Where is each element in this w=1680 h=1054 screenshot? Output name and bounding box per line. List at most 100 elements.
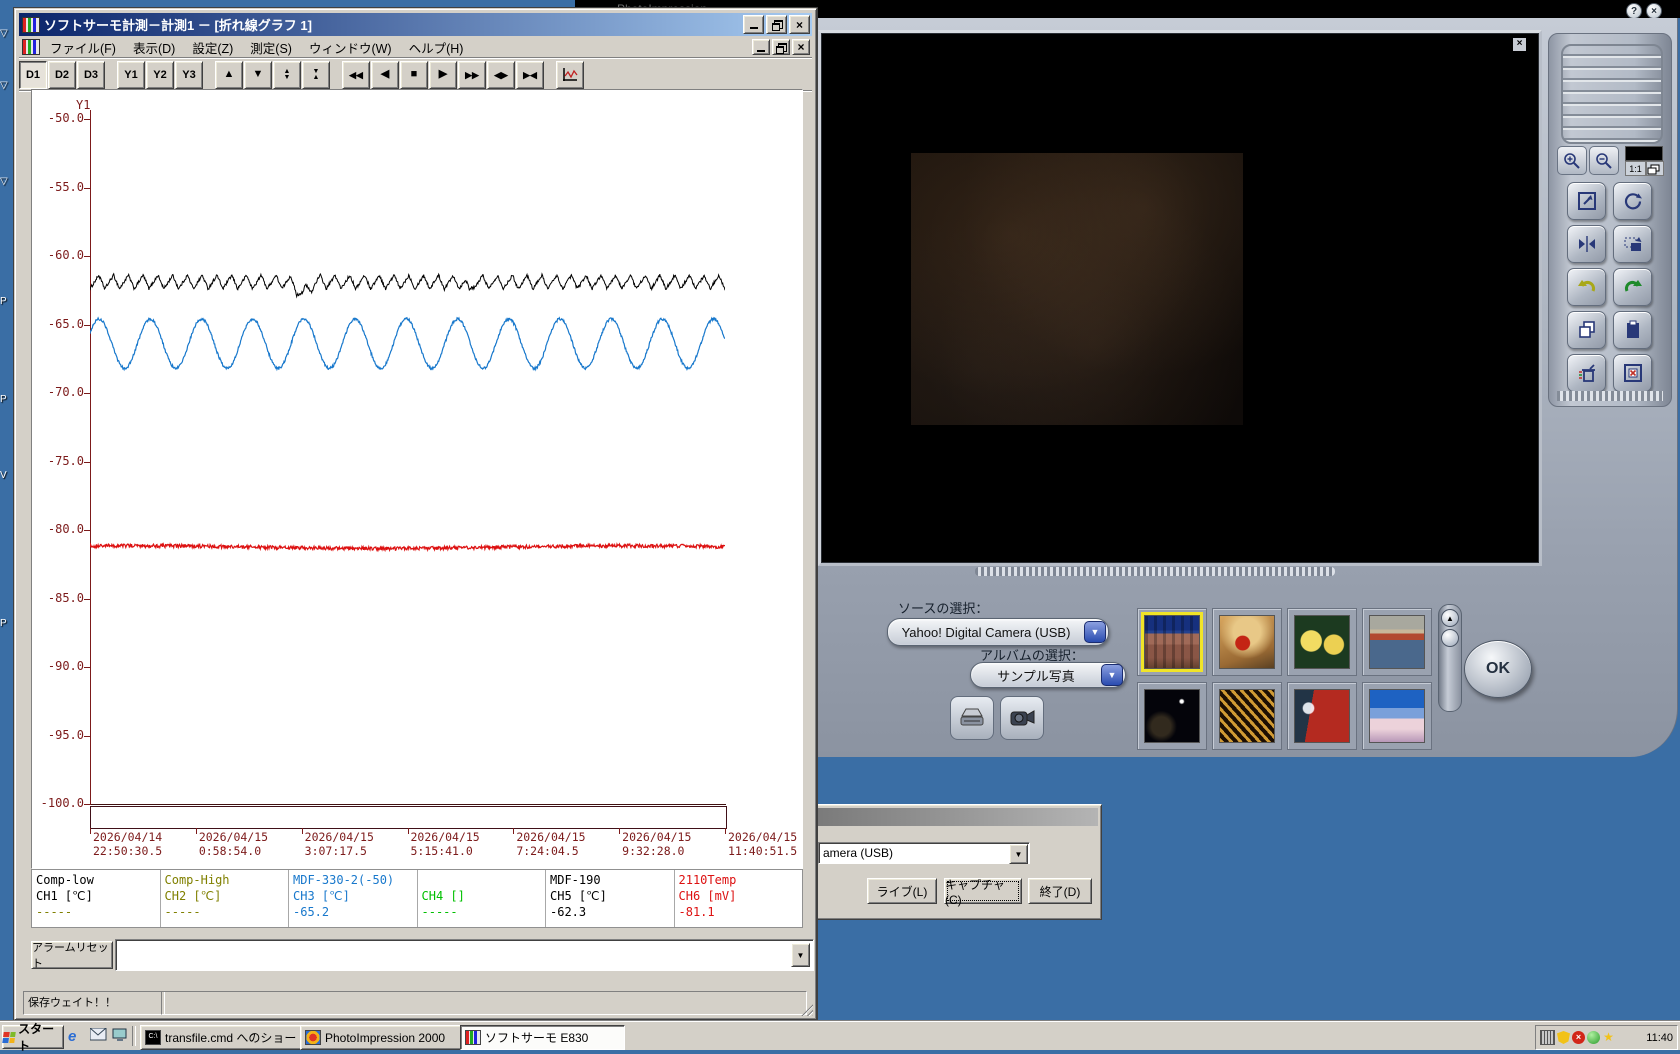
zoom-in-icon	[1564, 152, 1580, 169]
y-tick-mark	[84, 667, 91, 668]
task-button-softthermo[interactable]: ソフトサーモ E830	[460, 1025, 625, 1050]
camera-icon	[1010, 710, 1035, 726]
y-tick-label: -95.0	[47, 727, 84, 742]
x-tick-time: 11:40:51.5	[728, 844, 798, 858]
menu-help[interactable]: ヘルプ(H)	[409, 38, 464, 57]
scroll-up-icon[interactable]: ▲	[1441, 609, 1459, 627]
shield-tray-icon[interactable]	[1557, 1031, 1570, 1044]
pan-up-button[interactable]: ▲	[215, 60, 243, 89]
axis-y2-button[interactable]: Y2	[146, 60, 174, 89]
fast-forward-button[interactable]: ▶▶	[458, 60, 486, 89]
capture-dialog-titlebar[interactable]	[816, 808, 1098, 826]
album-select-dropdown[interactable]: サンプル写真 ▼	[970, 662, 1126, 688]
close-palette-button[interactable]	[1613, 354, 1652, 392]
data-group-d3[interactable]: D3	[77, 60, 105, 89]
camera-combo[interactable]: amera (USB) ▼	[818, 842, 1030, 864]
help-button[interactable]: ?	[1626, 3, 1642, 19]
scanner-icon	[960, 708, 984, 726]
show-desktop-icon[interactable]	[112, 1028, 129, 1045]
preview-close-icon[interactable]: ×	[1512, 37, 1527, 52]
exit-button[interactable]: 終了(D)	[1028, 878, 1092, 904]
menu-settings[interactable]: 設定(Z)	[192, 38, 233, 57]
child-restore-button[interactable]	[772, 39, 790, 55]
cascade-windows-button[interactable]	[1646, 161, 1664, 176]
thumbnail-gold-weave[interactable]	[1212, 682, 1282, 750]
zoom-out-button[interactable]	[1589, 146, 1619, 175]
step-back-button[interactable]: ◀	[371, 60, 399, 89]
actual-size-button[interactable]: 1:1	[1625, 161, 1646, 176]
thumbnail-harbor-village[interactable]	[1362, 608, 1432, 676]
copy-button[interactable]	[1567, 311, 1606, 349]
expand-vertical-button[interactable]: ▲ ▼	[273, 60, 301, 89]
task-button-photoimpression[interactable]: PhotoImpression 2000	[300, 1025, 465, 1050]
data-group-d1[interactable]: D1	[19, 60, 47, 89]
menu-view[interactable]: 表示(D)	[133, 38, 175, 57]
minimize-button[interactable]	[743, 15, 764, 34]
child-close-button[interactable]: ×	[792, 39, 810, 55]
thumbnail-scrollbar[interactable]: ▲	[1438, 604, 1462, 712]
resize-button[interactable]	[1567, 182, 1606, 220]
star-tray-icon[interactable]: ★	[1602, 1031, 1615, 1044]
stop-button[interactable]: ■	[400, 60, 428, 89]
rotate-selection-button[interactable]	[1613, 225, 1652, 263]
mail-icon[interactable]	[89, 1027, 107, 1045]
graph-settings-button[interactable]	[556, 60, 584, 89]
titlebar[interactable]: ソフトサーモ計測－計測1 － [折れ線グラフ 1] ×	[19, 13, 812, 36]
thumbnail-cardinal-bird[interactable]	[1212, 608, 1282, 676]
rotate-button[interactable]	[1613, 182, 1652, 220]
thumbnail-red-rock-spires[interactable]	[1137, 608, 1207, 676]
status-tray-icon[interactable]	[1587, 1031, 1600, 1044]
delete-button[interactable]	[1567, 354, 1606, 392]
close-button[interactable]: ×	[789, 15, 810, 34]
thumbnail-night-sky[interactable]	[1137, 682, 1207, 750]
y-tick-label: -85.0	[47, 590, 84, 605]
undo-button[interactable]	[1567, 268, 1606, 306]
paste-button[interactable]	[1613, 311, 1652, 349]
camera-combo-value[interactable]: amera (USB)	[818, 842, 1030, 864]
live-button[interactable]: ライブ(L)	[867, 878, 937, 904]
source-select-dropdown[interactable]: Yahoo! Digital Camera (USB) ▼	[887, 618, 1109, 646]
scanner-source-button[interactable]	[950, 696, 994, 740]
x-tick-date: 2026/04/15	[198, 830, 269, 844]
alarm-combo[interactable]: ▼	[115, 939, 814, 971]
channel-cell-ch4: CH4 [] -----	[418, 870, 546, 927]
close-button[interactable]: ×	[1646, 3, 1662, 19]
chevron-down-icon[interactable]: ▼	[791, 943, 810, 967]
desktop-icon-fragment: ▽	[0, 80, 8, 91]
scrollbar-thumb[interactable]	[1441, 629, 1459, 647]
task-button-cmd[interactable]: C:\ transfile.cmd へのショート...	[140, 1025, 305, 1050]
menu-window[interactable]: ウィンドウ(W)	[309, 38, 392, 57]
axis-y3-button[interactable]: Y3	[175, 60, 203, 89]
internet-explorer-icon[interactable]: e	[68, 1028, 85, 1045]
child-minimize-button[interactable]	[752, 39, 770, 55]
chevron-down-icon[interactable]: ▼	[1101, 664, 1123, 686]
alert-tray-icon[interactable]: ×	[1572, 1031, 1585, 1044]
axis-y1-button[interactable]: Y1	[117, 60, 145, 89]
chevron-down-icon[interactable]: ▼	[1084, 621, 1106, 643]
capture-button[interactable]: キャプチャ(C)	[944, 878, 1022, 907]
restore-button[interactable]	[766, 15, 787, 34]
flip-horizontal-button[interactable]	[1567, 225, 1606, 263]
keyboard-tray-icon[interactable]	[1540, 1030, 1555, 1045]
zoom-in-button[interactable]	[1557, 146, 1587, 175]
palette-grip[interactable]	[1557, 391, 1663, 401]
thumbnail-yellow-flowers[interactable]	[1287, 608, 1357, 676]
compress-vertical-button[interactable]: ▼ ▲	[302, 60, 330, 89]
ok-button[interactable]: OK	[1464, 640, 1532, 698]
data-group-d2[interactable]: D2	[48, 60, 76, 89]
redo-button[interactable]	[1613, 268, 1652, 306]
jump-latest-button[interactable]: ▶◀	[516, 60, 544, 89]
thumbnail-sky-clouds[interactable]	[1362, 682, 1432, 750]
menu-file[interactable]: ファイル(F)	[50, 38, 116, 57]
start-button[interactable]: スタート	[2, 1022, 64, 1053]
step-forward-button[interactable]: ▶	[429, 60, 457, 89]
fast-rewind-button[interactable]: ◀◀	[342, 60, 370, 89]
expand-horizontal-button[interactable]: ◀▶	[487, 60, 515, 89]
menu-measure[interactable]: 測定(S)	[250, 38, 292, 57]
chevron-down-icon[interactable]: ▼	[1009, 844, 1028, 864]
camera-source-button[interactable]	[1000, 696, 1044, 740]
alarm-reset-button[interactable]: アラームリセット	[31, 941, 113, 970]
thumbnail-red-ship-bow[interactable]	[1287, 682, 1357, 750]
channel-cell-ch1: Comp-low CH1 [℃] -----	[32, 870, 161, 927]
pan-down-button[interactable]: ▼	[244, 60, 272, 89]
